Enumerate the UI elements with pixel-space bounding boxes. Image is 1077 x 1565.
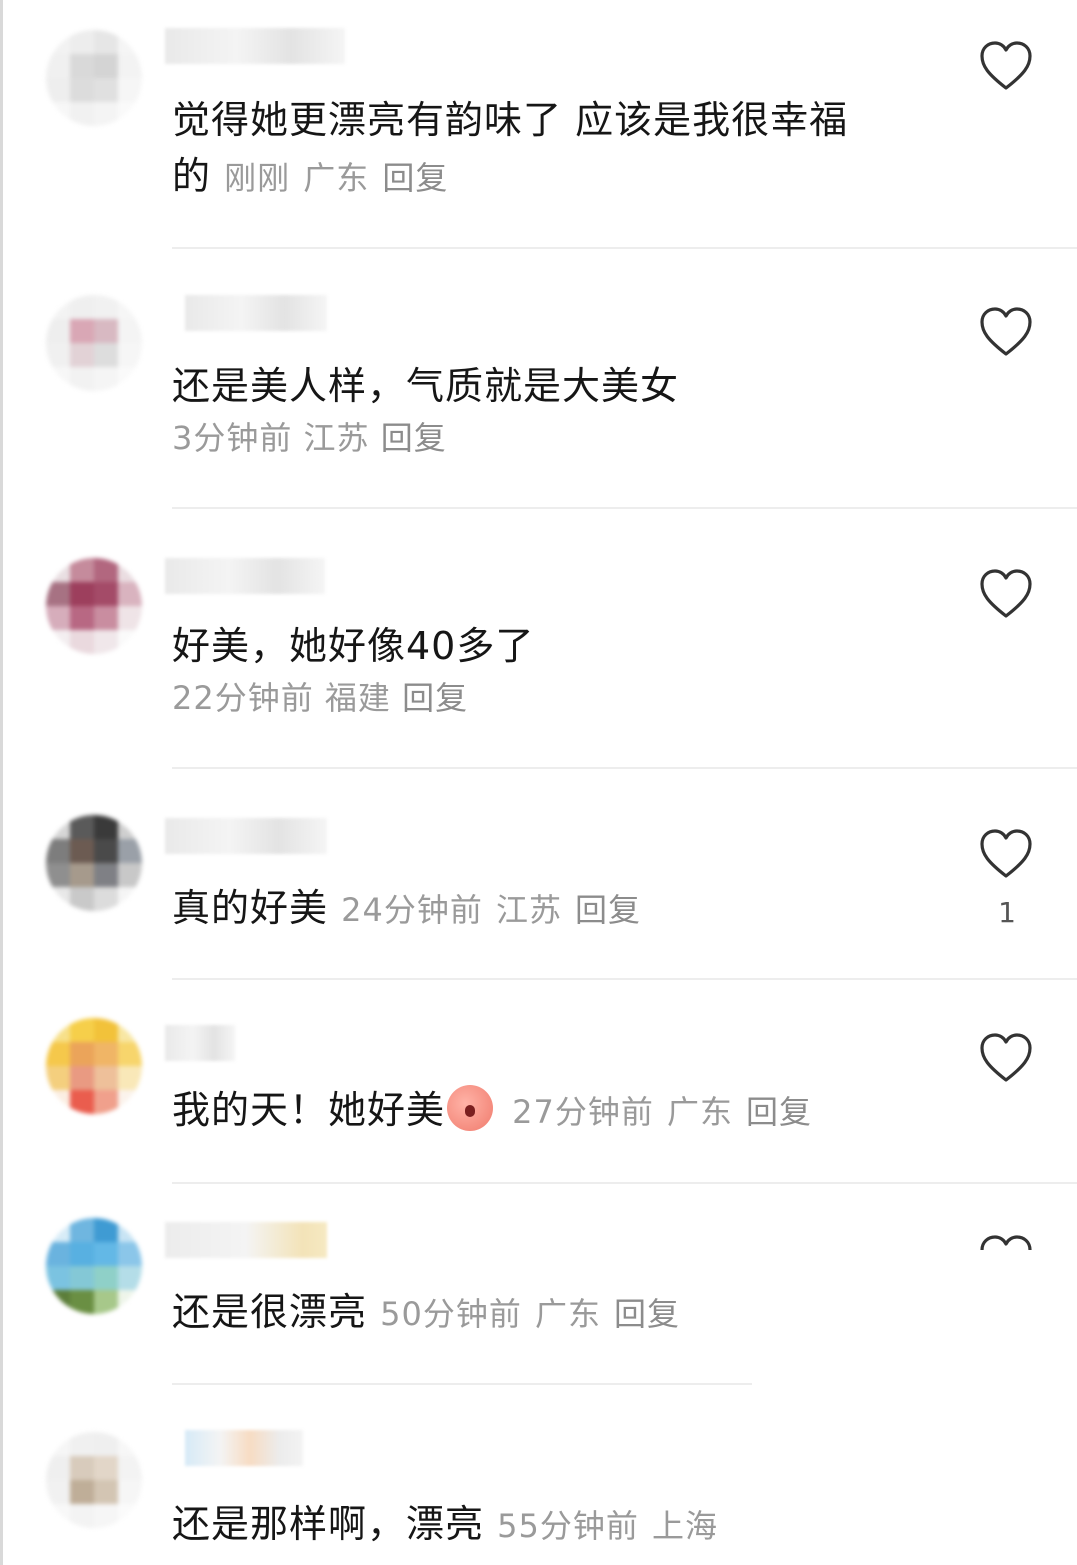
reply-button[interactable]: 回复 [381,419,447,457]
divider [172,1383,752,1385]
comment-time: 3分钟前 [172,419,293,457]
username-blurred[interactable] [165,818,327,854]
like-count: 1 [998,896,1016,929]
avatar[interactable] [46,30,142,126]
comment-time: 刚刚 [224,159,291,197]
username-blurred[interactable] [165,28,345,64]
heart-outline-icon[interactable] [978,40,1034,92]
divider [172,978,1077,980]
divider [172,767,1077,769]
comment-region: 广东 [534,1295,601,1333]
reply-button[interactable]: 回复 [402,679,468,717]
divider [172,507,1077,509]
avatar[interactable] [46,1432,142,1528]
comment-time: 27分钟前 [512,1093,654,1131]
comment-region: 上海 [651,1507,718,1545]
heart-outline-icon[interactable] [978,568,1034,620]
avatar[interactable] [46,815,142,911]
comment-text: 觉得她更漂亮有韵味了 应该是我很幸福 [172,98,849,142]
emoji-face-icon [447,1085,494,1131]
avatar[interactable] [46,558,142,654]
avatar[interactable] [46,1018,142,1114]
heart-outline-icon[interactable] [978,1032,1034,1084]
divider [172,247,1077,249]
reply-button[interactable]: 回复 [382,159,448,197]
comment-text: 还是美人样，气质就是大美女 [172,364,680,408]
comment-meta: 3分钟前 江苏 回复 [172,416,447,460]
comment-region: 广东 [303,159,370,197]
divider [172,1182,1077,1184]
heart-outline-icon[interactable] [978,306,1034,358]
reply-button[interactable]: 回复 [746,1093,812,1131]
username-blurred[interactable] [165,558,325,594]
reply-button[interactable]: 回复 [575,891,641,929]
username-blurred[interactable] [185,295,327,331]
comment-text: 还是那样啊，漂亮 55分钟前 上海 [172,1502,718,1546]
comment-region: 福建 [324,679,391,717]
reply-button[interactable]: 回复 [614,1295,680,1333]
comment-text: 真的好美 24分钟前 江苏 回复 [172,886,642,930]
comment-region: 广东 [666,1093,733,1131]
comment-time: 55分钟前 [497,1507,639,1545]
avatar[interactable] [46,295,142,391]
heart-outline-icon[interactable] [978,828,1034,880]
comment-text-continued: 的 刚刚 广东 回复 [172,154,449,198]
comment-region: 江苏 [303,419,370,457]
comment-region: 江苏 [495,891,562,929]
left-edge [0,0,3,1565]
comment-time: 22分钟前 [172,679,314,717]
username-blurred[interactable] [165,1025,235,1061]
comment-text: 好美，她好像40多了 [172,624,535,668]
username-blurred[interactable] [185,1430,303,1466]
comment-time: 24分钟前 [341,891,483,929]
heart-outline-icon[interactable] [978,1232,1034,1252]
comment-text: 还是很漂亮 50分钟前 广东 回复 [172,1290,681,1334]
comment-meta: 22分钟前 福建 回复 [172,676,468,720]
username-blurred[interactable] [165,1222,327,1258]
comment-text: 我的天！她好美 27分钟前 广东 回复 [172,1082,932,1140]
comment-time: 50分钟前 [380,1295,522,1333]
avatar[interactable] [46,1218,142,1314]
